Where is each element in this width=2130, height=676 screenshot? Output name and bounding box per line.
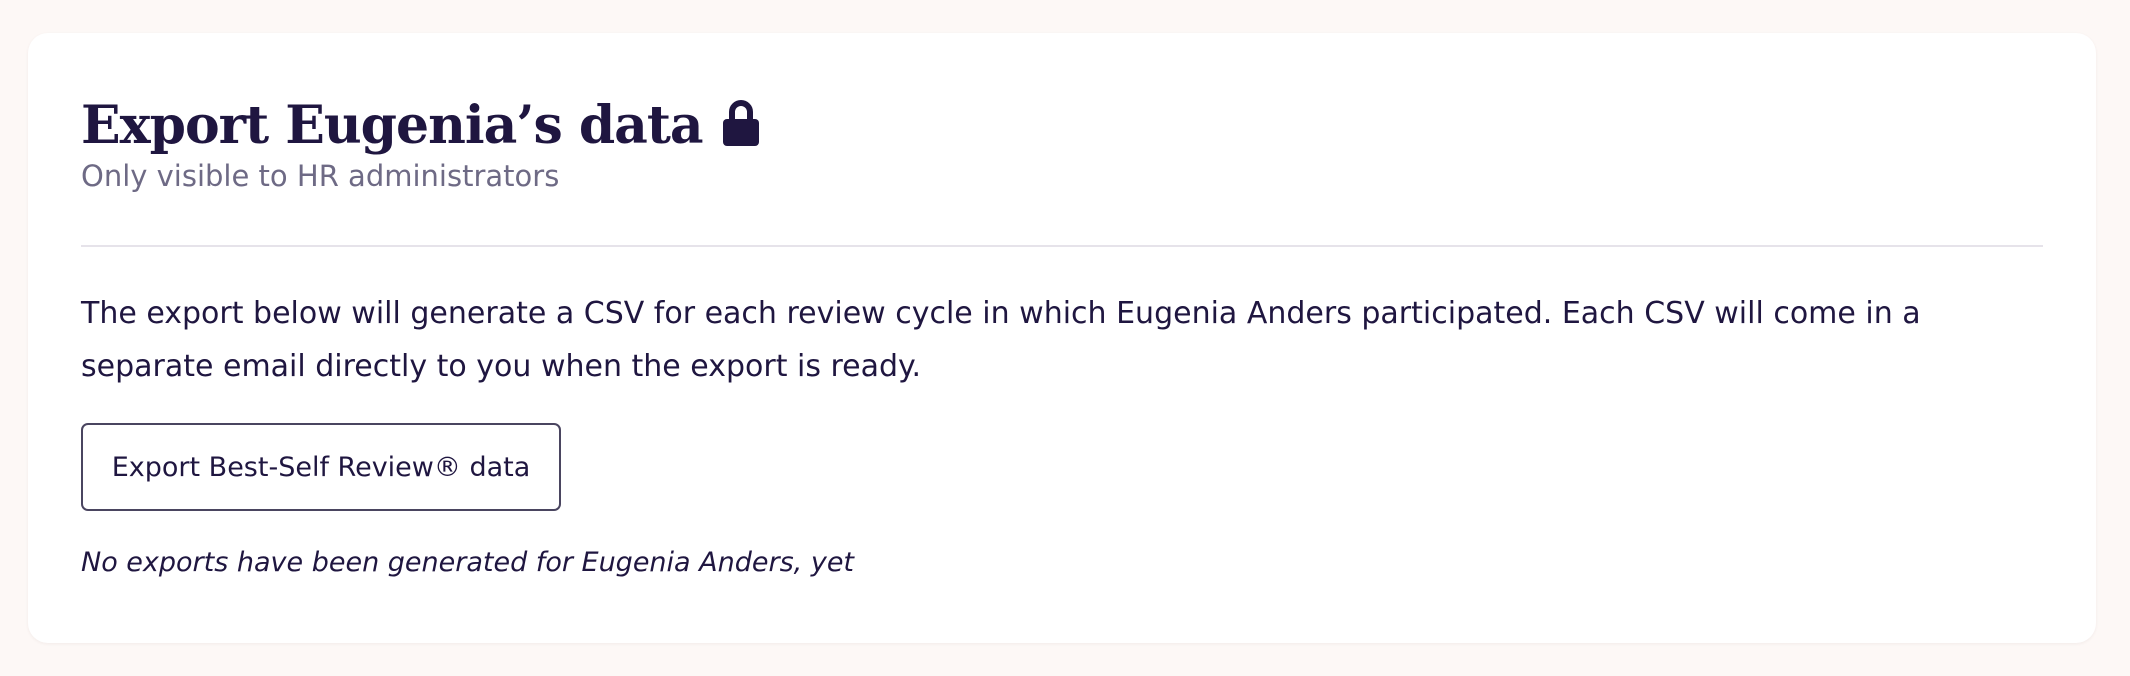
export-data-card: Export Eugenia’s data Only visible to HR… — [28, 33, 2096, 643]
page-title: Export Eugenia’s data — [81, 95, 704, 156]
lock-icon — [721, 99, 761, 147]
divider — [81, 245, 2043, 247]
title-row: Export Eugenia’s data — [81, 91, 761, 161]
export-review-data-button[interactable]: Export Best-Self Review® data — [81, 423, 561, 511]
no-exports-message: No exports have been generated for Eugen… — [81, 547, 855, 578]
export-description: The export below will generate a CSV for… — [81, 296, 1921, 384]
admin-visibility-note: Only visible to HR administrators — [81, 159, 560, 193]
